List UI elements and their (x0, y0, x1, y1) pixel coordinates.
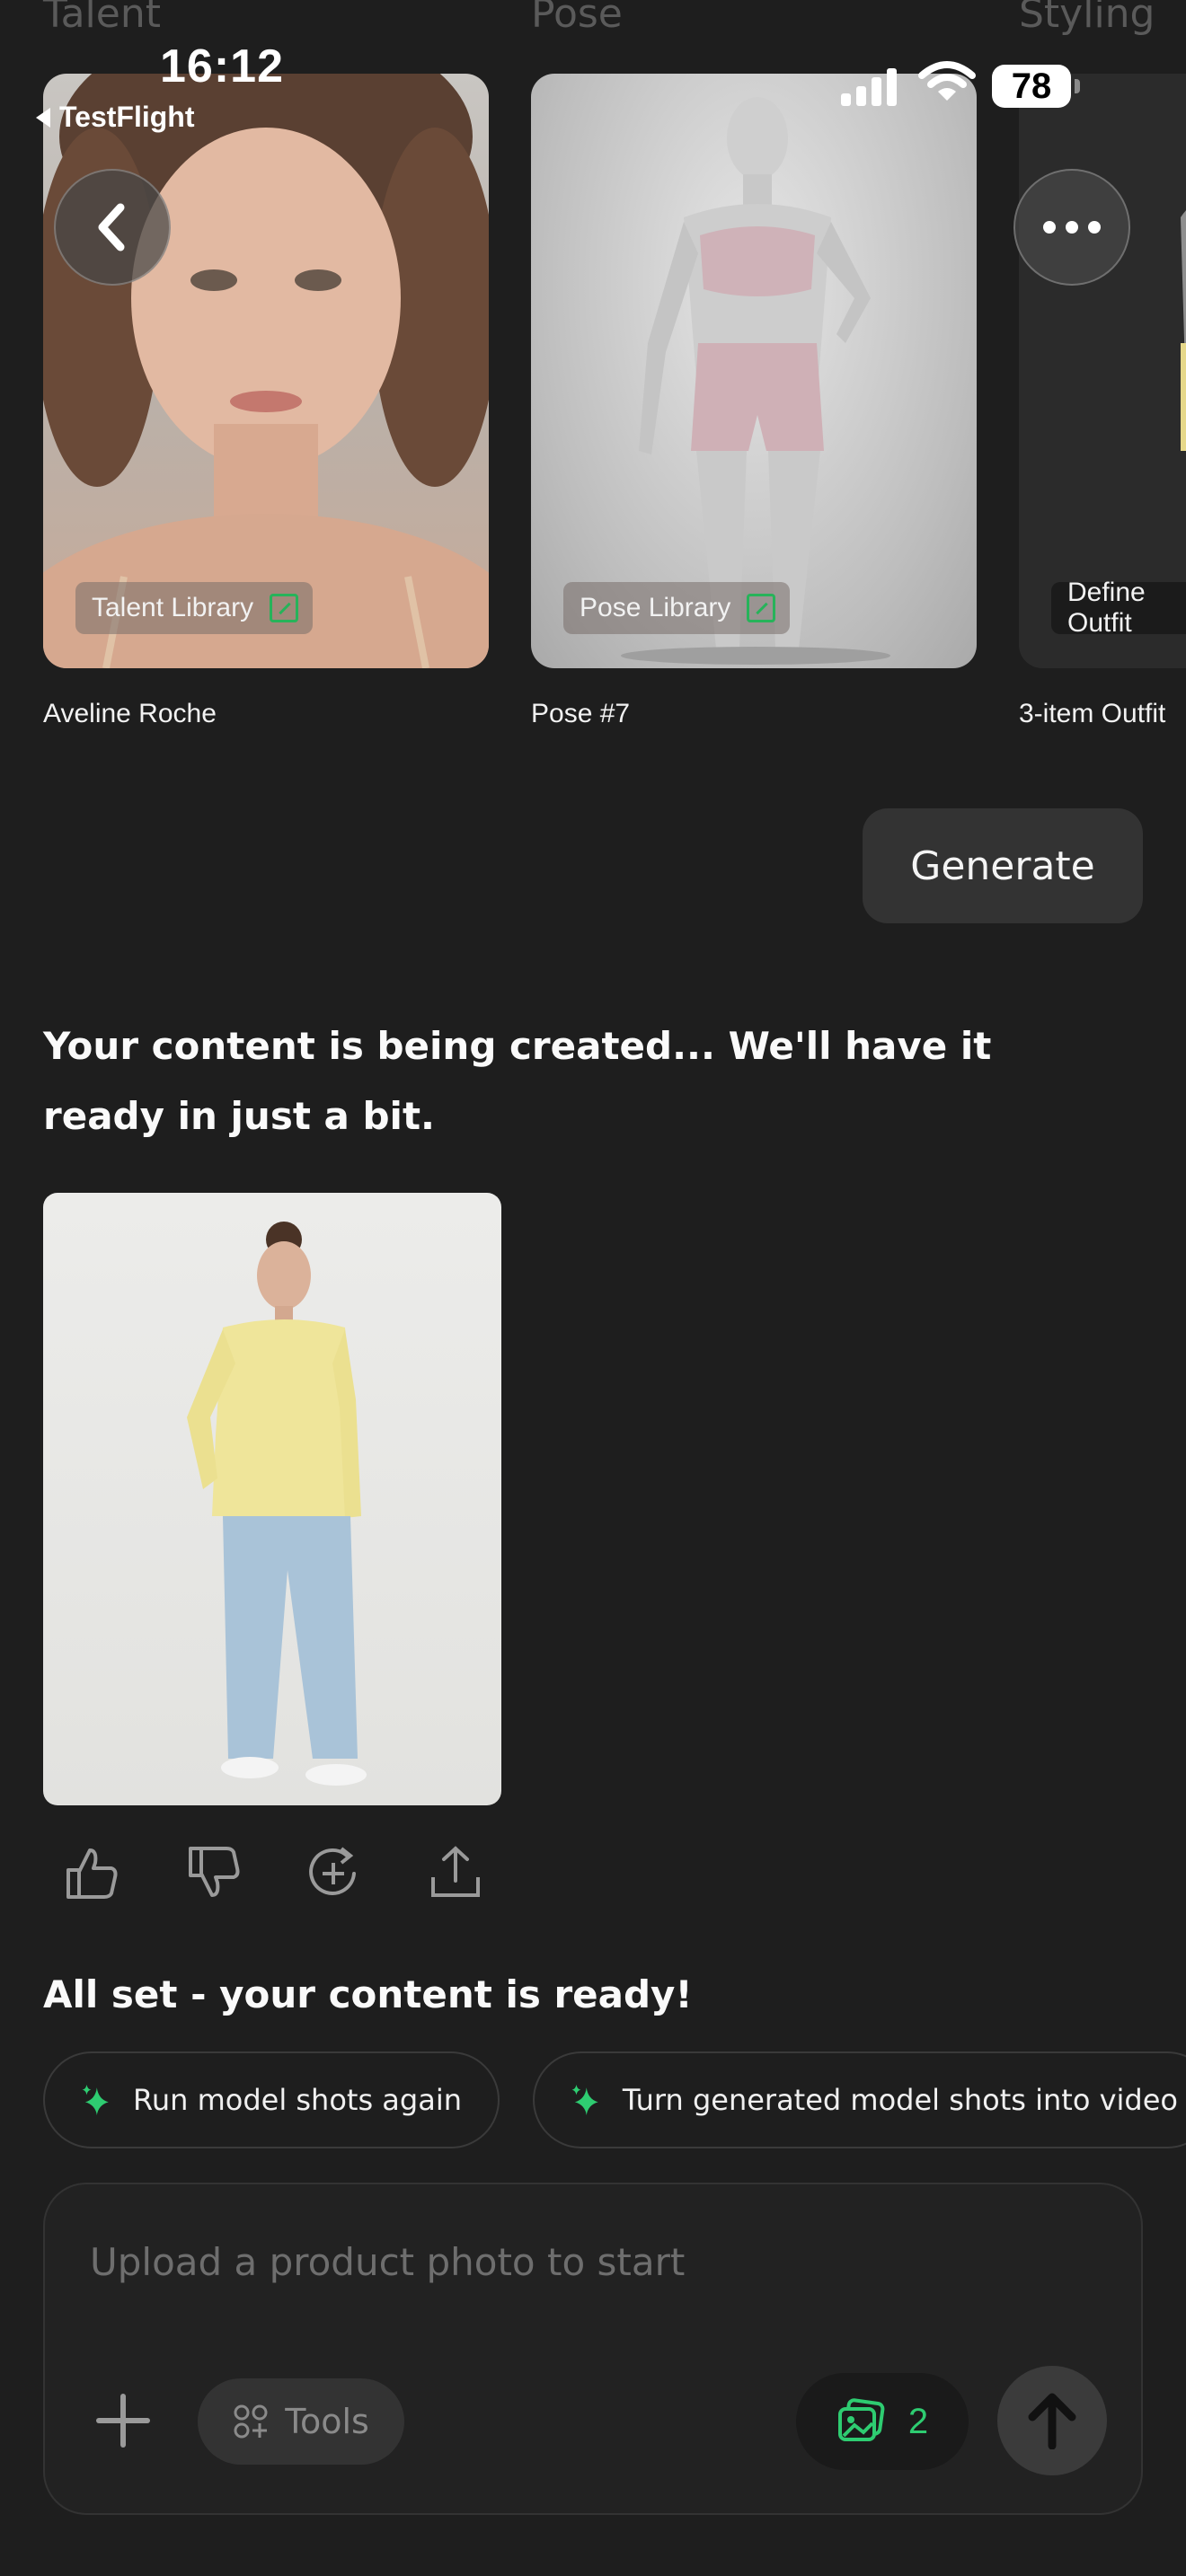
add-attachment-icon[interactable] (95, 2393, 151, 2448)
sparkle-icon (571, 2085, 598, 2115)
strip-label-pose: Pose (531, 0, 623, 37)
talent-caption: Aveline Roche (43, 699, 217, 728)
talent-library-chip[interactable]: Talent Library (75, 582, 314, 634)
battery-indicator: 78 (992, 65, 1080, 108)
thumbs-down-icon[interactable] (181, 1841, 244, 1904)
more-dots-icon (1043, 221, 1101, 234)
pose-caption: Pose #7 (531, 699, 631, 728)
chevron-left-icon (98, 203, 125, 251)
strip-label-styling: Styling (1019, 0, 1155, 37)
generate-button[interactable]: Generate (863, 808, 1143, 923)
tools-grid-icon (234, 2404, 268, 2439)
suggestion-label: Turn generated model shots into video (622, 2083, 1178, 2117)
prompt-composer[interactable]: Upload a product photo to start Tools 2 (43, 2183, 1143, 2515)
creating-message: Your content is being created... We'll h… (43, 1024, 992, 1138)
status-time: 16:12 (160, 40, 284, 93)
define-outfit-chip[interactable]: Define Outfit (1051, 578, 1186, 638)
more-options-button[interactable] (1013, 169, 1130, 286)
turn-into-video-button[interactable]: Turn generated model shots into video (533, 2051, 1186, 2148)
wifi-icon (918, 61, 976, 101)
styling-card[interactable]: Define Outfit (1019, 74, 1186, 668)
testflight-back-link[interactable]: TestFlight (36, 101, 195, 134)
back-arrow-icon (36, 107, 50, 128)
image-count-button[interactable]: 2 (796, 2373, 969, 2470)
strip-labels: Talent Pose Styling (0, 0, 1186, 45)
pose-library-chip[interactable]: Pose Library (563, 582, 791, 634)
suggestion-label: Run model shots again (133, 2083, 462, 2117)
talent-card[interactable]: Talent Library (43, 74, 489, 668)
model-shot-image (187, 1222, 367, 1786)
arrow-up-icon (1028, 2393, 1076, 2449)
regenerate-icon[interactable] (302, 1841, 365, 1904)
talent-portrait-image (43, 74, 489, 668)
tools-button[interactable]: Tools (198, 2378, 404, 2465)
ready-message: All set - your content is ready! (43, 1972, 693, 2016)
run-model-shots-again-button[interactable]: Run model shots again (43, 2051, 500, 2148)
styling-caption: 3-item Outfit (1019, 699, 1166, 728)
tools-label: Tools (285, 2402, 369, 2441)
external-link-icon (270, 594, 299, 622)
talent-library-chip-label: Talent Library (92, 593, 254, 622)
back-button[interactable] (54, 169, 171, 286)
composer-placeholder[interactable]: Upload a product photo to start (90, 2240, 685, 2284)
send-button[interactable] (997, 2366, 1107, 2475)
strip-label-talent: Talent (43, 0, 161, 37)
external-link-icon (747, 594, 776, 622)
thumbs-up-icon[interactable] (59, 1841, 122, 1904)
pose-library-chip-label: Pose Library (580, 593, 731, 622)
pose-card[interactable]: Pose Library (531, 74, 977, 668)
generated-result-image[interactable] (43, 1193, 501, 1805)
images-icon (837, 2398, 885, 2441)
image-count: 2 (907, 2401, 929, 2441)
pose-mannequin-image (621, 97, 890, 665)
define-outfit-chip-label: Define Outfit (1067, 578, 1146, 638)
cellular-signal-icon (841, 66, 897, 106)
sparkle-icon (82, 2084, 109, 2116)
share-upload-icon[interactable] (424, 1841, 487, 1904)
testflight-label: TestFlight (59, 101, 195, 133)
